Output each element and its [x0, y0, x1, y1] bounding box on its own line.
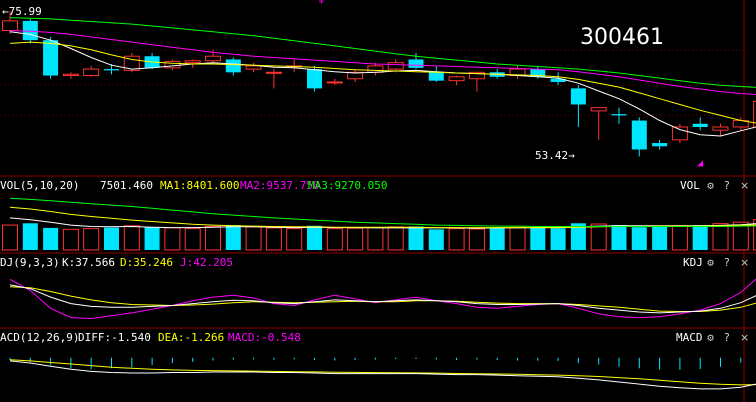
kdj-j: J:42.205 [180, 256, 233, 269]
vol-ma3: MA3:9270.050 [308, 179, 388, 192]
kdj-k: K:37.566 [62, 256, 115, 269]
candle-up [265, 71, 282, 74]
kdj-panel-name: KDJ [683, 256, 703, 269]
candle-up [2, 20, 18, 32]
candle-down [225, 59, 241, 73]
macd-params: ACD(12,26,9) [0, 331, 80, 344]
volume-bar-down [144, 227, 160, 250]
volume-bar-up [326, 228, 343, 251]
vol-close-icon[interactable]: × [740, 180, 749, 191]
volume-bar-down [550, 228, 566, 250]
volume-bar-down [692, 225, 708, 250]
candle-up [62, 73, 79, 77]
vol-params: VOL(5,10,20) [0, 179, 80, 192]
candle-down [652, 143, 668, 147]
volume-bar-up [62, 228, 79, 251]
kdj-close-icon[interactable]: × [740, 257, 749, 268]
candle-up [326, 81, 343, 84]
volume-bar-up [265, 227, 282, 251]
kdj-params: DJ(9,3,3) [0, 256, 60, 269]
candle-down [611, 114, 627, 116]
vol-panel-name: VOL [680, 179, 700, 192]
macd-panel-name: MACD [676, 331, 703, 344]
volume-bar-down [43, 227, 59, 250]
volume-bar-up [205, 225, 221, 251]
volume-bar-down [428, 229, 444, 250]
candle-up [712, 126, 729, 131]
candle-down [631, 120, 647, 150]
volume-bar-up [468, 228, 485, 251]
volume-bar-up [448, 228, 465, 251]
volume-bar-up [712, 223, 729, 251]
volume-bar-up [164, 227, 181, 251]
volume-bar-up [245, 226, 262, 251]
candle-down [104, 69, 119, 71]
kdj-k-line [9, 284, 756, 314]
vol-help-icon[interactable]: ? [724, 180, 730, 191]
candle-up [367, 65, 384, 73]
volume-bar-down [652, 226, 668, 250]
volume-bar-down [408, 226, 424, 250]
arrow-right-icon: → [568, 149, 575, 162]
volume-bar-up [671, 225, 688, 251]
macd-settings-gear-icon[interactable]: ⚙ [705, 332, 716, 343]
candle-down [692, 123, 708, 127]
macd-close-icon[interactable]: × [740, 332, 749, 343]
kdj-settings-gear-icon[interactable]: ⚙ [705, 257, 716, 268]
price-low-label: 53.42→ [535, 149, 575, 162]
candle-down [22, 20, 38, 41]
volume-bar-down [489, 227, 505, 250]
candle-down [408, 59, 424, 68]
top-marker-icon: * [318, 0, 325, 10]
stock-code: 300461 [580, 25, 664, 50]
kdj-d: D:35.246 [120, 256, 173, 269]
candle-up [184, 60, 201, 64]
bottom-marker-icon: ◢ [697, 158, 703, 169]
vol-settings-gear-icon[interactable]: ⚙ [705, 180, 716, 191]
volume-bar-up [123, 225, 140, 251]
volume-bar-up [509, 226, 526, 251]
volume-bar-up [83, 228, 100, 251]
volume-bar-down [307, 225, 322, 250]
macd-help-icon[interactable]: ? [724, 332, 730, 343]
volume-bar-down [104, 227, 119, 250]
arrow-left-icon: ← [2, 5, 9, 18]
candle-down [43, 40, 59, 76]
macd-dea: DEA:-1.266 [158, 331, 225, 344]
candle-up [83, 68, 100, 77]
volume-bar-up [2, 224, 18, 251]
volume-ma-line-ma2 [9, 206, 756, 229]
candle-up [671, 126, 688, 141]
volume-bar-up [184, 228, 201, 251]
candle-down [307, 69, 322, 89]
volume-bar-down [22, 223, 38, 250]
price-high-label: ←75.99 [2, 5, 42, 18]
volume-bar-up [590, 223, 607, 251]
candle-down [428, 72, 444, 81]
kdj-help-icon[interactable]: ? [724, 257, 730, 268]
candle-up [205, 55, 221, 62]
candle-down [570, 88, 586, 105]
candle-up [448, 76, 465, 82]
macd-diff-line [9, 360, 756, 390]
volume-bar-up [347, 227, 364, 251]
vol-value: 7501.460 [100, 179, 153, 192]
volume-bar-down [530, 227, 546, 250]
macd-diff: DIFF:-1.540 [78, 331, 151, 344]
candle-up [590, 107, 607, 112]
candle-up [387, 62, 404, 70]
volume-bar-down [225, 225, 241, 250]
volume-bar-down [611, 225, 627, 250]
vol-ma1: MA1:8401.600 [160, 179, 240, 192]
candle-up [245, 65, 262, 70]
volume-ma-line-ma3 [9, 197, 756, 227]
volume-bar-down [631, 227, 647, 250]
macd-value: MACD:-0.548 [228, 331, 301, 344]
volume-bar-up [286, 228, 303, 251]
volume-bar-up [367, 227, 384, 251]
volume-bar-up [387, 226, 404, 251]
